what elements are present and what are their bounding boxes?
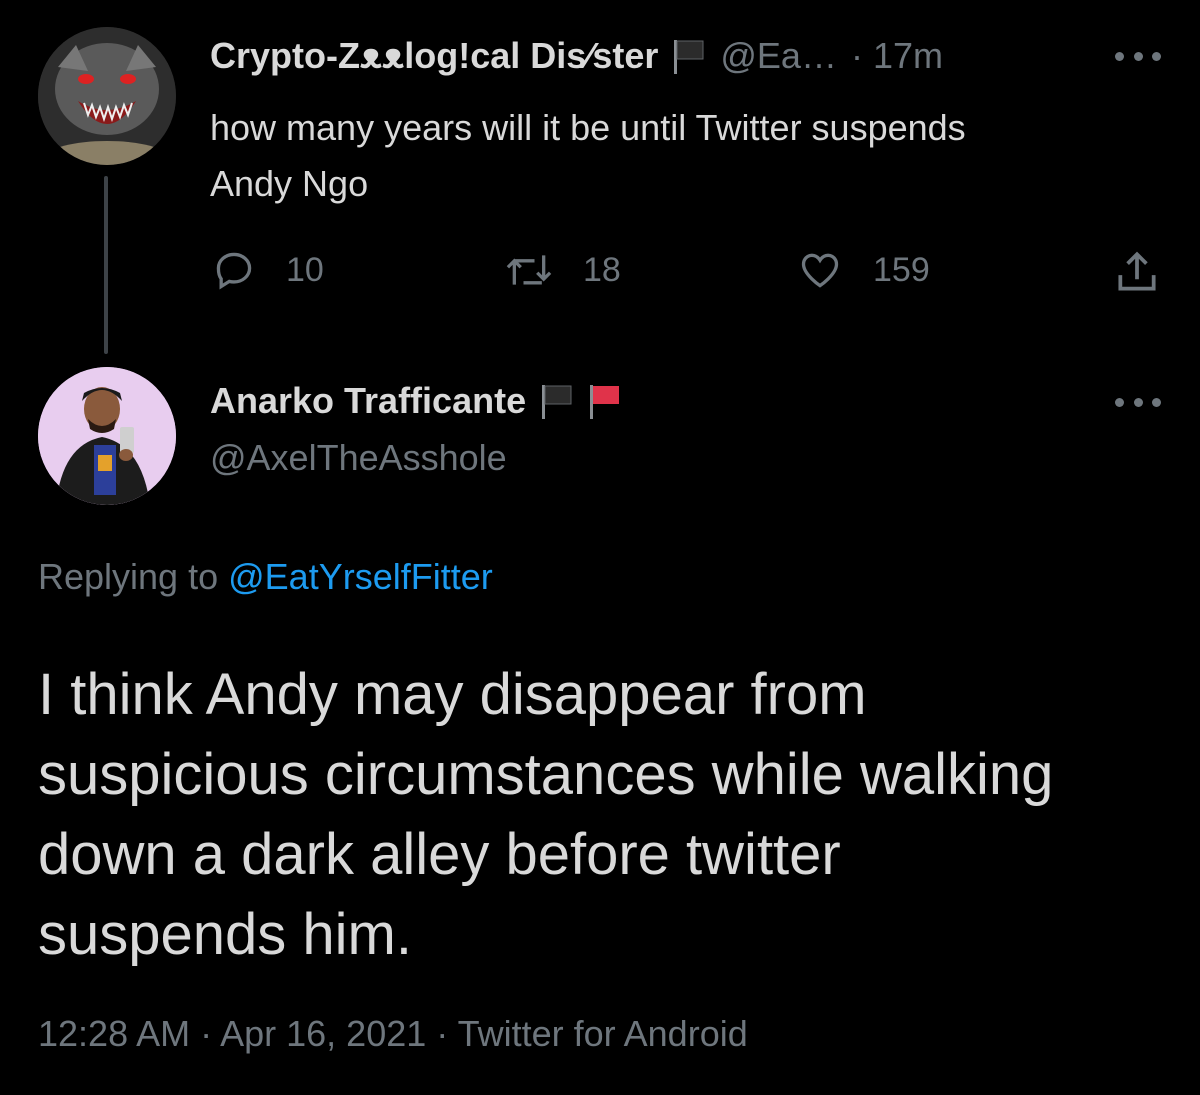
- person-avatar-image: [38, 367, 176, 505]
- share-button[interactable]: [1112, 248, 1162, 298]
- reply-handle[interactable]: @AxelTheAsshole: [210, 437, 507, 479]
- reply-text-line: I think Andy may disappear from: [38, 662, 867, 727]
- black-flag-icon: [672, 36, 706, 76]
- parent-time[interactable]: · 17m: [851, 35, 943, 77]
- reply-button[interactable]: 10: [212, 248, 324, 292]
- reply-avatar[interactable]: [38, 367, 176, 505]
- like-count: 159: [873, 250, 930, 289]
- more-dots-icon[interactable]: [1115, 392, 1161, 412]
- retweet-icon: [506, 255, 552, 285]
- reply-text-line: suspicious circumstances while walking: [38, 742, 1054, 807]
- reply-text-line: suspends him.: [38, 902, 412, 967]
- reply-count: 10: [286, 250, 324, 289]
- parent-display-name[interactable]: Crypto-Zᴥᴥlog!cal Dis⁄ster: [210, 35, 658, 77]
- replying-to-line: Replying to @EatYrselfFitter: [38, 556, 493, 598]
- replying-prefix: Replying to: [38, 556, 219, 597]
- speech-bubble-icon: [216, 252, 252, 290]
- red-flag-icon: [588, 381, 622, 421]
- heart-icon: [801, 253, 839, 288]
- parent-avatar[interactable]: [38, 27, 176, 165]
- reply-display-name[interactable]: Anarko Trafficante: [210, 380, 526, 422]
- share-icon: [1118, 251, 1156, 291]
- thread-connector-line: [104, 176, 108, 354]
- reply-tweet-header: Anarko Trafficante: [210, 377, 622, 425]
- parent-tweet-header: Crypto-Zᴥᴥlog!cal Dis⁄ster @Ea… · 17m: [210, 33, 943, 79]
- parent-tweet-text: how many years will it be until Twitter …: [210, 100, 1110, 212]
- parent-text-line: how many years will it be until Twitter …: [210, 107, 966, 148]
- replying-mention-link[interactable]: @EatYrselfFitter: [228, 556, 493, 597]
- parent-handle[interactable]: @Ea…: [720, 35, 837, 77]
- black-flag-icon: [540, 381, 574, 421]
- more-dots-icon[interactable]: [1115, 46, 1161, 66]
- retweet-count: 18: [583, 250, 621, 289]
- reply-text-line: down a dark alley before twitter: [38, 822, 841, 887]
- werewolf-avatar-image: [38, 27, 176, 165]
- tweet-timestamp[interactable]: 12:28 AM · Apr 16, 2021 · Twitter for An…: [38, 1013, 748, 1055]
- reply-tweet-text: I think Andy may disappear from suspicio…: [38, 655, 1178, 975]
- parent-text-line: Andy Ngo: [210, 163, 369, 204]
- retweet-button[interactable]: 18: [505, 248, 621, 292]
- like-button[interactable]: 159: [797, 248, 930, 292]
